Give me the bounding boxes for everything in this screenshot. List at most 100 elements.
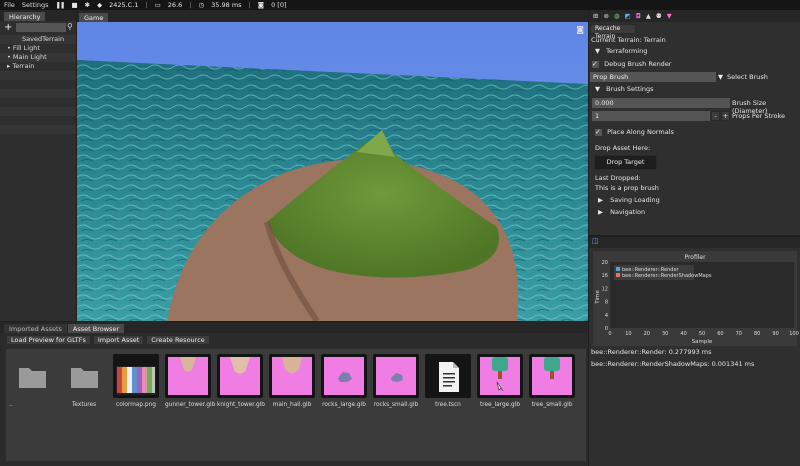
- menu-bar: File Settings ❚❚ ■ ✱ ◆ 2425.C.1 | ▭ 26.6…: [0, 0, 800, 10]
- tree-item-label: Main Light: [12, 53, 47, 61]
- props-plus-button[interactable]: +: [721, 111, 730, 121]
- recache-terrain-button[interactable]: Recache Terrain: [590, 24, 636, 40]
- props-per-stroke-input[interactable]: 1: [592, 111, 710, 121]
- tree-item-main-light[interactable]: • Main Light: [0, 53, 76, 62]
- brush-select-chevron-icon[interactable]: ▼: [718, 73, 723, 81]
- tab-hierarchy[interactable]: Hierarchy: [4, 12, 46, 21]
- brush-size-input[interactable]: 0.000: [592, 98, 730, 108]
- brush-select[interactable]: Prop Brush: [590, 72, 716, 82]
- asset-label: main_hall.glb: [272, 402, 312, 408]
- pause-icon[interactable]: ❚❚: [56, 1, 66, 9]
- asset-parent-folder[interactable]: ..: [9, 354, 55, 408]
- chevron-right-icon: ▶: [598, 208, 603, 216]
- hierarchy-search-row: + ⚲: [0, 22, 76, 34]
- terraforming-header[interactable]: ▼ Terraforming: [589, 46, 800, 57]
- mountain-icon[interactable]: ▲: [646, 12, 651, 20]
- legend-swatch-render: [616, 267, 620, 271]
- viewport-camera-icon[interactable]: ◙: [576, 25, 584, 34]
- asset-main-hall[interactable]: main_hall.glb: [269, 354, 315, 408]
- asset-knight-tower[interactable]: knight_tower.glb: [217, 354, 265, 408]
- tower-thumb: [230, 357, 250, 374]
- tree-item-terrain[interactable]: ▸ Terrain: [0, 62, 76, 71]
- monitor-icon: ▭: [154, 1, 161, 9]
- search-icon[interactable]: ⚲: [67, 22, 73, 31]
- asset-rocks-large[interactable]: rocks_large.glb: [321, 354, 367, 408]
- filter-icon[interactable]: ▼: [667, 12, 672, 20]
- drop-target-button[interactable]: Drop Target: [594, 155, 657, 170]
- globe-icon[interactable]: ◍: [614, 12, 620, 20]
- shadow-time-text: bee::Renderer::RenderShadowMaps: 0.00134…: [591, 360, 755, 368]
- add-icon[interactable]: +: [4, 22, 12, 33]
- tag-icon: ◆: [97, 1, 103, 9]
- asset-tree-large[interactable]: tree_large.glb: [477, 354, 523, 408]
- asset-thumb: [217, 354, 263, 398]
- game-viewport[interactable]: ◙: [77, 22, 588, 321]
- asset-label: Textures: [71, 402, 97, 408]
- saving-loading-header[interactable]: ▶ Saving Loading: [589, 195, 800, 206]
- load-preview-button[interactable]: Load Preview for GLTFs: [6, 335, 91, 345]
- x-tick-label: 30: [662, 331, 668, 337]
- tab-imported-assets[interactable]: Imported Assets: [4, 324, 67, 333]
- legend-swatch-shadow: [616, 273, 620, 277]
- asset-tree-small[interactable]: tree_small.glb: [529, 354, 575, 408]
- tab-game[interactable]: Game: [79, 13, 109, 22]
- asset-thumb: [373, 354, 419, 398]
- section-label: Terraforming: [606, 47, 648, 55]
- create-resource-button[interactable]: Create Resource: [146, 335, 210, 345]
- profiler-title: Profiler: [684, 254, 706, 261]
- section-label: Navigation: [610, 208, 646, 216]
- drop-asset-label: Drop Asset Here:: [595, 144, 651, 152]
- tab-asset-browser[interactable]: Asset Browser: [67, 324, 125, 333]
- bullet-icon: •: [7, 44, 11, 52]
- terrain-tool-icon[interactable]: ◩: [625, 12, 631, 20]
- import-asset-button[interactable]: Import Asset: [92, 335, 145, 345]
- profiler-chart: Profiler 048121620 0 10 20 30 40 50 60 70 80 90 10…: [593, 251, 799, 346]
- place-normals-row[interactable]: Place Along Normals: [589, 127, 800, 138]
- x-tick-label: 80: [754, 331, 760, 337]
- tree-empty-row: [0, 116, 76, 125]
- asset-rocks-small[interactable]: rocks_small.glb: [373, 354, 419, 408]
- camera-tool-icon[interactable]: ◘: [636, 12, 641, 20]
- tree-root[interactable]: SavedTerrain: [0, 35, 76, 44]
- tree-thumb: [544, 357, 560, 379]
- bug-icon[interactable]: ✱: [85, 1, 90, 9]
- document-icon: [439, 362, 459, 392]
- x-tick-label: 50: [699, 331, 705, 337]
- file-menu[interactable]: File: [4, 1, 15, 9]
- hierarchy-panel: Hierarchy + ⚲ SavedTerrain • Fill Light …: [0, 10, 76, 321]
- asset-thumb: [61, 354, 107, 398]
- asset-tree-scene[interactable]: tree.tscn: [425, 354, 471, 408]
- hierarchy-tabbar: Hierarchy: [0, 10, 76, 21]
- chevron-right-icon: ▸: [7, 62, 11, 70]
- tree-empty-row: [0, 80, 76, 89]
- bullet-icon: •: [7, 53, 11, 61]
- hierarchy-search-input[interactable]: [16, 23, 66, 32]
- asset-label: tree_small.glb: [531, 402, 573, 408]
- asset-grid: .. Textures colormap.png gunner_tower.gl…: [6, 349, 586, 461]
- hierarchy-tree-icon[interactable]: ⊞: [593, 12, 598, 20]
- profiler-plot[interactable]: Profiler 0 4 8 12 16 20 0 10 20 30 40 50 60 70 80 90 10…: [589, 251, 800, 346]
- debug-brush-checkbox[interactable]: [592, 59, 599, 70]
- mouse-cursor-icon: [496, 381, 504, 392]
- tree-item-fill-light[interactable]: • Fill Light: [0, 44, 76, 53]
- frame-time-text: 35.98 ms: [211, 1, 242, 9]
- asset-colormap[interactable]: colormap.png: [113, 354, 159, 408]
- scene-render: [77, 22, 588, 321]
- add-user-icon[interactable]: ⚉: [656, 12, 662, 20]
- settings-menu[interactable]: Settings: [22, 1, 49, 9]
- brush-settings-header[interactable]: ▼ Brush Settings: [589, 84, 800, 95]
- captures-text: 0 [0]: [271, 1, 287, 9]
- navigation-header[interactable]: ▶ Navigation: [589, 207, 800, 218]
- chart-icon[interactable]: ◫: [592, 237, 599, 245]
- rocks-thumb: [391, 373, 403, 382]
- asset-gunner-tower[interactable]: gunner_tower.glb: [165, 354, 215, 408]
- stop-icon[interactable]: ■: [71, 1, 77, 9]
- section-label: Saving Loading: [610, 196, 660, 204]
- x-tick-label: 0: [608, 331, 611, 337]
- debug-brush-row[interactable]: Debug Brush Render: [589, 59, 800, 70]
- place-normals-checkbox[interactable]: [595, 127, 602, 138]
- tree-item-label: Terrain: [12, 62, 35, 70]
- gamepad-icon[interactable]: ⊚: [603, 12, 608, 20]
- props-minus-button[interactable]: -: [711, 111, 720, 121]
- asset-textures-folder[interactable]: Textures: [61, 354, 107, 408]
